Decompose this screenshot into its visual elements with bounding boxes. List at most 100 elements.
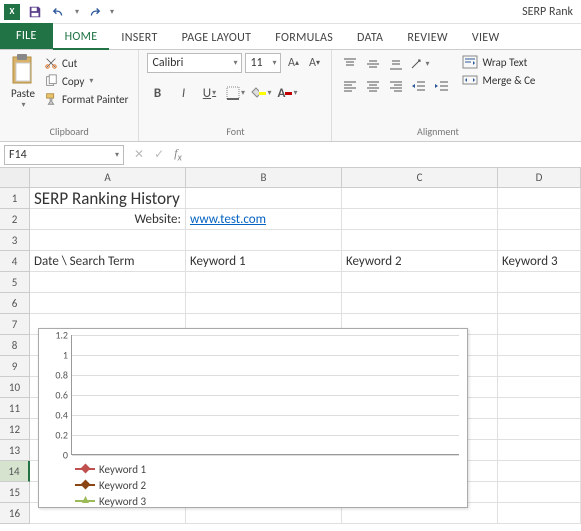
embedded-chart[interactable]: 00.20.40.60.811.2 Keyword 1 Keyword 2 Ke… (38, 328, 468, 508)
cell[interactable] (30, 293, 186, 314)
orientation-button[interactable]: ▾ (409, 55, 429, 73)
cell[interactable] (342, 293, 498, 314)
select-all-corner[interactable] (0, 168, 30, 187)
cell[interactable] (498, 293, 581, 314)
row-header[interactable]: 12 (0, 419, 30, 440)
row-header[interactable]: 7 (0, 314, 30, 335)
enter-formula-icon[interactable]: ✓ (154, 147, 164, 162)
name-box[interactable]: F14 ▾ (4, 145, 124, 165)
cell[interactable] (498, 335, 581, 356)
col-header-A[interactable]: A (30, 168, 186, 187)
cell[interactable] (30, 230, 186, 251)
decrease-indent-button[interactable] (409, 77, 429, 95)
tab-page-layout[interactable]: PAGE LAYOUT (170, 26, 264, 49)
cell[interactable]: Date \ Search Term (30, 251, 186, 272)
row-header[interactable]: 3 (0, 230, 30, 251)
cell[interactable] (498, 314, 581, 335)
font-color-button[interactable]: A ▾ (277, 83, 297, 103)
tab-insert[interactable]: INSERT (109, 26, 169, 49)
undo-dropdown[interactable]: ▾ (75, 7, 79, 17)
cell[interactable] (342, 230, 498, 251)
align-center-button[interactable] (363, 77, 383, 95)
cell[interactable] (498, 503, 581, 524)
row-header[interactable]: 14 (0, 461, 30, 482)
row-header[interactable]: 4 (0, 251, 30, 272)
row-header[interactable]: 2 (0, 209, 30, 230)
align-left-button[interactable] (340, 77, 360, 95)
format-painter-button[interactable]: Format Painter (42, 91, 130, 107)
col-header-C[interactable]: C (342, 168, 498, 187)
row-header[interactable]: 8 (0, 335, 30, 356)
tab-file[interactable]: FILE (0, 23, 53, 49)
row-header[interactable]: 13 (0, 440, 30, 461)
row-header[interactable]: 10 (0, 377, 30, 398)
cell[interactable] (30, 272, 186, 293)
align-right-button[interactable] (386, 77, 406, 95)
cell[interactable] (186, 272, 342, 293)
cell[interactable] (186, 230, 342, 251)
cell[interactable] (342, 209, 498, 230)
cell[interactable] (498, 209, 581, 230)
cell[interactable] (186, 293, 342, 314)
row-header[interactable]: 15 (0, 482, 30, 503)
shrink-font-button[interactable]: A▾ (305, 53, 323, 73)
cell[interactable] (498, 230, 581, 251)
fill-color-button[interactable]: ▾ (251, 83, 271, 103)
cell[interactable] (186, 188, 342, 209)
cell[interactable] (498, 482, 581, 503)
row-header[interactable]: 11 (0, 398, 30, 419)
cancel-formula-icon[interactable]: ✕ (134, 147, 144, 162)
cell[interactable] (498, 398, 581, 419)
row-header[interactable]: 1 (0, 188, 30, 209)
cell[interactable] (342, 272, 498, 293)
align-bottom-button[interactable] (386, 55, 406, 73)
row: 3 (0, 230, 581, 251)
tab-view[interactable]: VIEW (460, 26, 512, 49)
font-size-select[interactable]: 11 ▾ (245, 53, 281, 73)
row-header[interactable]: 5 (0, 272, 30, 293)
cell[interactable] (498, 440, 581, 461)
cell[interactable] (498, 377, 581, 398)
redo-dropdown[interactable]: ▾ (110, 7, 114, 17)
cell[interactable] (498, 188, 581, 209)
align-top-button[interactable] (340, 55, 360, 73)
cell[interactable] (498, 356, 581, 377)
cell[interactable]: SERP Ranking History (30, 188, 186, 209)
align-middle-button[interactable] (363, 55, 383, 73)
italic-button[interactable]: I (173, 83, 193, 103)
tab-review[interactable]: REVIEW (395, 26, 460, 49)
row-header[interactable]: 6 (0, 293, 30, 314)
fx-icon[interactable]: fx (174, 146, 182, 163)
grow-font-button[interactable]: A▴ (284, 53, 302, 73)
merge-center-button[interactable]: Merge & Ce (462, 73, 535, 87)
borders-button[interactable]: ▾ (225, 83, 245, 103)
col-header-D[interactable]: D (498, 168, 581, 187)
underline-button[interactable]: U▾ (199, 83, 219, 103)
cell[interactable]: Keyword 1 (186, 251, 342, 272)
row-header[interactable]: 9 (0, 356, 30, 377)
save-button[interactable] (26, 3, 44, 21)
redo-button[interactable] (85, 3, 103, 21)
cell[interactable] (342, 188, 498, 209)
cell[interactable] (498, 461, 581, 482)
cell[interactable] (498, 419, 581, 440)
cut-button[interactable]: Cut (42, 55, 130, 71)
tab-formulas[interactable]: FORMULAS (263, 26, 345, 49)
tab-data[interactable]: DATA (345, 26, 395, 49)
wrap-text-button[interactable]: Wrap Text (462, 55, 535, 69)
undo-button[interactable] (50, 3, 68, 21)
tab-home[interactable]: HOME (53, 25, 110, 50)
bold-button[interactable]: B (147, 83, 167, 103)
font-name-select[interactable]: Calibri ▾ (147, 53, 242, 73)
paste-button[interactable]: Paste ▾ (8, 53, 38, 123)
increase-indent-button[interactable] (432, 77, 452, 95)
row-header[interactable]: 16 (0, 503, 30, 524)
cell[interactable] (498, 272, 581, 293)
cell[interactable]: Website: (30, 209, 186, 230)
formula-input[interactable] (192, 145, 577, 165)
copy-button[interactable]: Copy ▾ (42, 73, 130, 89)
cell[interactable]: Keyword 3 (498, 251, 581, 272)
cell[interactable]: Keyword 2 (342, 251, 498, 272)
col-header-B[interactable]: B (186, 168, 342, 187)
cell[interactable]: www.test.com (186, 209, 342, 230)
